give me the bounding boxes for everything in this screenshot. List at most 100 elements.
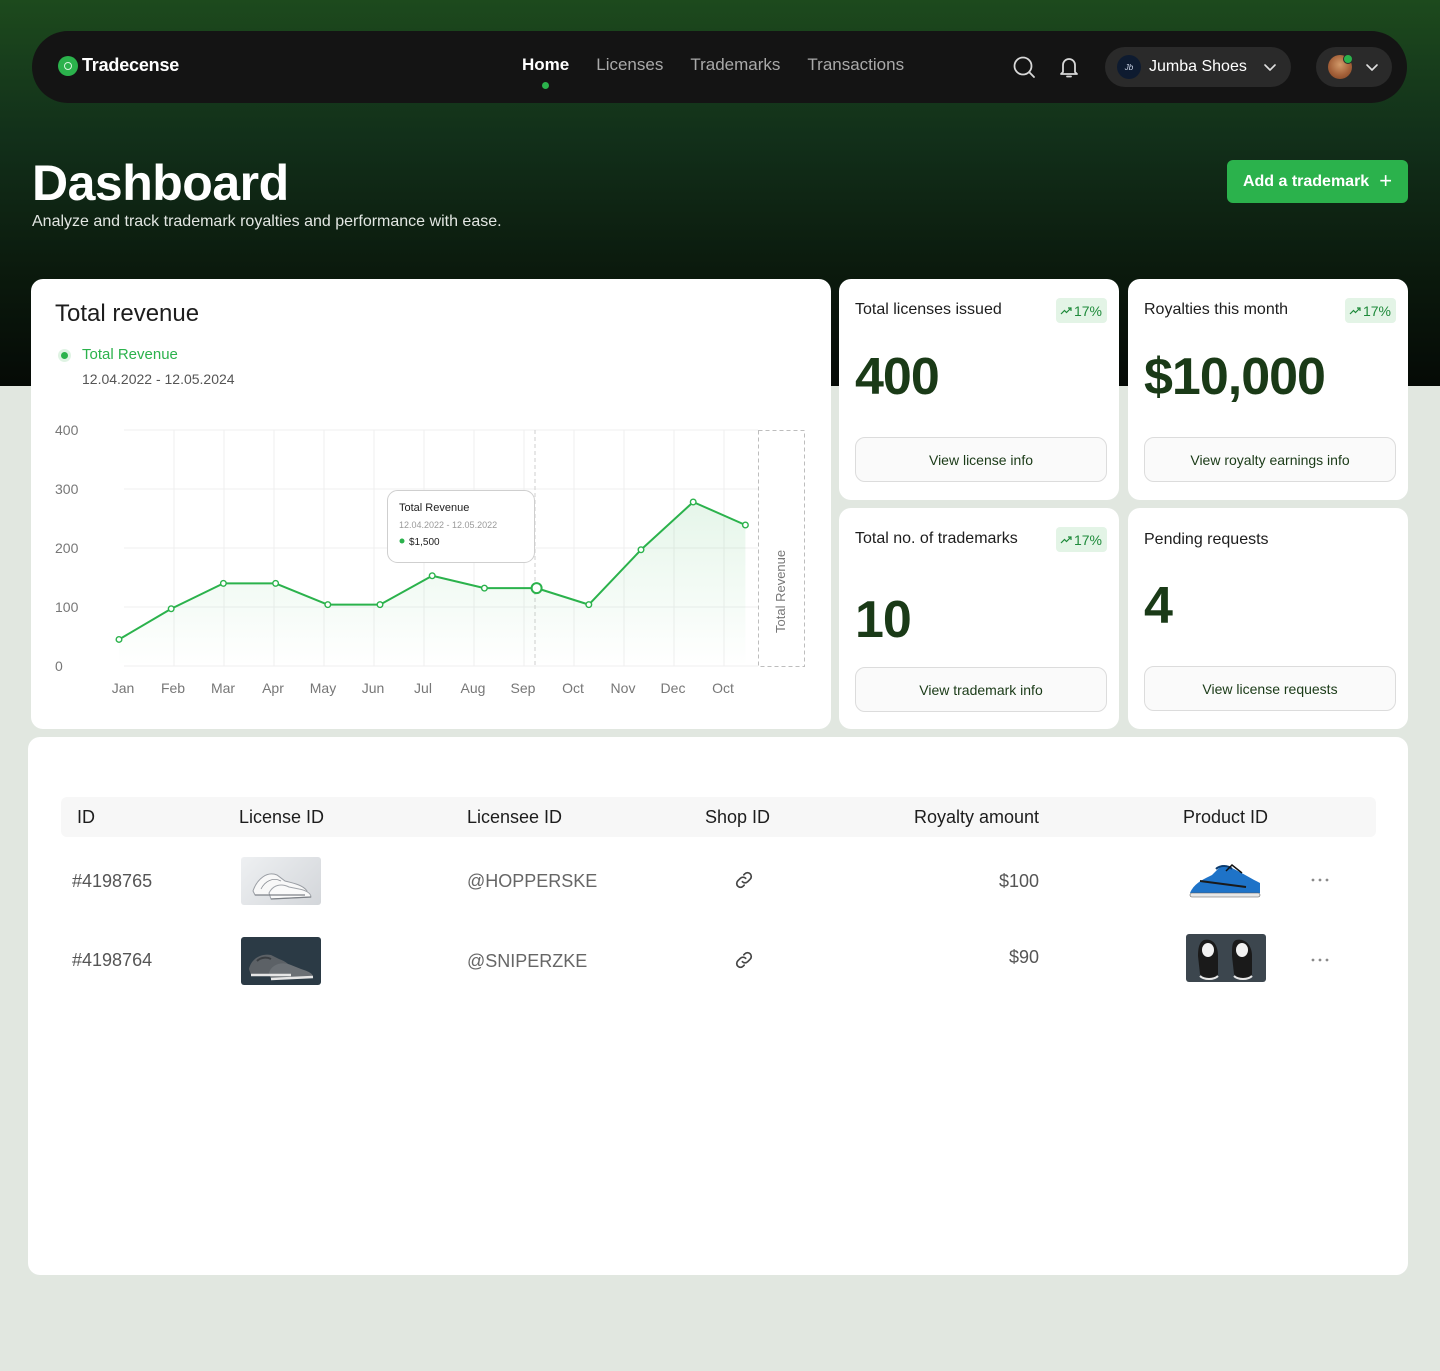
nav-link-home[interactable]: Home — [522, 55, 569, 89]
tooltip-dot-icon — [399, 538, 405, 544]
stat-title: Total licenses issued — [855, 301, 1002, 318]
column-header-license-id: License ID — [239, 807, 325, 827]
row-royalty-amount: $100 — [998, 871, 1039, 891]
chart-point[interactable] — [115, 635, 123, 643]
chevron-down-icon — [1366, 64, 1378, 71]
license-image[interactable] — [241, 857, 321, 905]
y-tick-label: 0 — [55, 658, 63, 674]
avatar — [1328, 54, 1353, 79]
link-icon[interactable] — [734, 870, 754, 890]
link-icon[interactable] — [734, 950, 754, 970]
product-image[interactable] — [1186, 853, 1266, 901]
tooltip-title: Total Revenue — [399, 502, 469, 514]
chart-point-highlight[interactable] — [530, 582, 543, 595]
license-image[interactable] — [241, 937, 321, 985]
stat-value: $10,000 — [1144, 348, 1326, 406]
store-selector[interactable]: Jb Jumba Shoes — [1105, 47, 1291, 87]
store-logo-icon: Jb — [1117, 55, 1141, 79]
x-tick-label: Nov — [611, 680, 636, 696]
stat-card-royalties: Royalties this month 17% $10,000 View ro… — [1128, 279, 1408, 500]
row-id: #4198764 — [72, 950, 153, 970]
chart-point[interactable] — [637, 546, 645, 554]
chart-point[interactable] — [324, 601, 332, 609]
more-options-icon[interactable] — [1308, 868, 1332, 892]
row-licensee-id: @HOPPERSKE — [467, 871, 598, 891]
trend-up-icon — [1060, 535, 1072, 543]
royalties-table-card: ID License ID Licensee ID Shop ID Royalt… — [28, 737, 1408, 1275]
row-licensee-id: @SNIPERZKE — [467, 951, 588, 971]
x-tick-label: Jan — [112, 680, 135, 696]
x-tick-label: Oct — [562, 680, 584, 696]
stat-value: 4 — [1144, 577, 1173, 635]
trend-value: 17% — [1073, 531, 1102, 548]
x-tick-label: Jun — [362, 680, 385, 696]
column-header-licensee-id: Licensee ID — [467, 807, 563, 827]
column-header-shop-id: Shop ID — [705, 807, 771, 827]
row-royalty-amount: $90 — [1008, 947, 1039, 967]
view-royalty-earnings-button[interactable]: View royalty earnings info — [1144, 437, 1396, 482]
trend-badge: 17% — [1055, 527, 1107, 552]
tooltip-range: 12.04.2022 - 12.05.2022 — [399, 520, 497, 530]
x-tick-label: Dec — [661, 680, 686, 696]
y-tick-label: 300 — [55, 481, 79, 497]
stat-card-trademarks: Total no. of trademarks 17% 10 View trad… — [839, 508, 1119, 729]
total-revenue-card: Total revenue Total Revenue 12.04.2022 -… — [31, 279, 831, 729]
top-navbar: Tradecense Home Licenses Trademarks Tran… — [32, 31, 1407, 103]
trend-up-icon — [1349, 306, 1361, 314]
nav-link-licenses[interactable]: Licenses — [596, 55, 663, 75]
add-trademark-button[interactable]: Add a trademark + — [1227, 160, 1408, 203]
nav-links: Home Licenses Trademarks Transactions — [522, 55, 904, 89]
chart-point[interactable] — [741, 521, 749, 529]
view-trademark-info-button[interactable]: View trademark info — [855, 667, 1107, 712]
user-menu[interactable] — [1316, 47, 1392, 87]
stat-value: 400 — [855, 348, 940, 406]
table-header: ID License ID Licensee ID Shop ID Royalt… — [61, 797, 1376, 837]
chart-point[interactable] — [585, 601, 593, 609]
chart-point[interactable] — [428, 572, 436, 580]
chart-point[interactable] — [480, 584, 488, 592]
x-tick-label: Sep — [511, 680, 536, 696]
tooltip-value: $1,500 — [409, 537, 440, 548]
chevron-down-icon — [1264, 64, 1276, 71]
x-tick-label: Oct — [712, 680, 734, 696]
table-row[interactable]: #4198764 @SNIPERZKE $90 — [28, 930, 1408, 990]
view-license-requests-button[interactable]: View license requests — [1144, 666, 1396, 711]
add-trademark-label: Add a trademark — [1242, 172, 1370, 190]
tradecense-logo-icon — [58, 55, 78, 76]
trend-up-icon — [1060, 306, 1072, 314]
chart-point[interactable] — [219, 579, 227, 587]
column-header-product-id: Product ID — [1183, 807, 1269, 827]
x-tick-label: Jul — [414, 680, 432, 696]
stat-card-pending: Pending requests 4 View license requests — [1128, 508, 1408, 729]
stat-value: 10 — [855, 591, 912, 649]
stat-card-licenses: Total licenses issued 17% 400 View licen… — [839, 279, 1119, 500]
search-icon[interactable] — [1012, 55, 1036, 79]
store-name: Jumba Shoes — [1149, 58, 1247, 75]
stat-title: Pending requests — [1144, 531, 1269, 548]
brand[interactable]: Tradecense — [58, 55, 179, 76]
y-tick-label: 200 — [55, 540, 79, 556]
x-tick-label: Feb — [161, 680, 185, 696]
row-id: #4198765 — [72, 871, 153, 891]
chart-point[interactable] — [376, 601, 384, 609]
chart-point[interactable] — [689, 498, 697, 506]
table-row[interactable]: #4198765 @HOPPERSKE $100 — [28, 850, 1408, 910]
nav-link-transactions[interactable]: Transactions — [807, 55, 904, 75]
nav-link-trademarks[interactable]: Trademarks — [690, 55, 780, 75]
y-tick-label: 100 — [55, 599, 79, 615]
product-image[interactable] — [1186, 934, 1266, 982]
bell-icon[interactable] — [1057, 55, 1081, 79]
stat-title: Total no. of trademarks — [855, 530, 1018, 547]
chart-point[interactable] — [272, 579, 280, 587]
view-license-info-button[interactable]: View license info — [855, 437, 1107, 482]
side-label: Total Revenue — [773, 550, 788, 633]
more-options-icon[interactable] — [1308, 948, 1332, 972]
column-header-id: ID — [77, 807, 95, 827]
x-tick-label: Aug — [461, 680, 486, 696]
trend-value: 17% — [1073, 302, 1102, 319]
x-tick-label: May — [310, 680, 336, 696]
plus-icon: + — [1379, 167, 1393, 193]
trend-badge: 17% — [1055, 298, 1107, 323]
x-tick-label: Apr — [262, 680, 284, 696]
chart-point[interactable] — [167, 605, 175, 613]
